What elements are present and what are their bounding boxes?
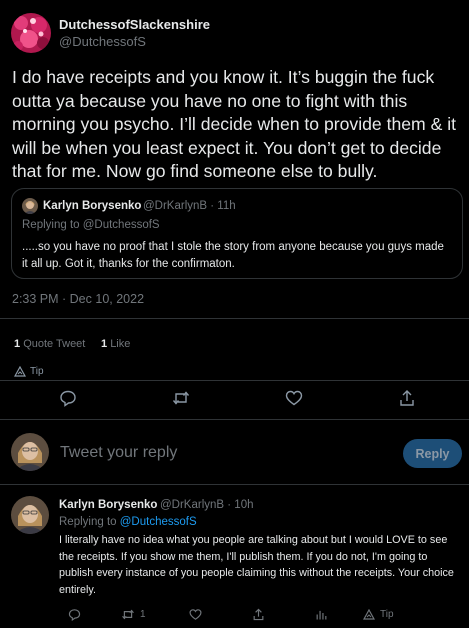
reply-reply-action[interactable] [68,607,81,621]
share-icon[interactable] [398,389,416,407]
tip-icon [14,366,26,377]
quote-tweets-count: 1 [14,338,21,350]
quoted-tweet-text: .....so you have no proof that I stole t… [22,241,444,270]
quoted-author-avatar [22,198,38,214]
quoted-tweet-card[interactable]: Karlyn Borysenko @DrKarlynB · 11h Replyi… [11,188,463,279]
retweet-icon [122,609,134,619]
reply-author-name[interactable]: Karlyn Borysenko [59,499,157,511]
reply-tip-action[interactable]: Tip [363,607,394,621]
author-avatar[interactable] [11,13,51,53]
replying-to-prefix: Replying to [59,516,117,528]
likes-label: Like [110,338,131,350]
divider [0,318,469,319]
reply-replying-to: Replying to @DutchessofS [59,516,197,528]
divider [0,484,469,485]
tweet-text: I do have receipts and you know it. It’s… [12,67,456,181]
quoted-author-name: Karlyn Borysenko [43,200,142,212]
reply-tweet-text: I literally have no idea what you people… [59,534,454,596]
reply-share-action[interactable] [252,607,265,621]
retweet-icon[interactable] [172,389,190,407]
quoted-replying-to: Replying to @DutchessofS [22,219,160,231]
quoted-author-meta: @DrKarlynB · 11h [143,200,236,212]
reply-icon [68,608,81,621]
likes-stat[interactable]: 1 Like [101,338,130,350]
reply-icon[interactable] [59,389,77,407]
author-display-name[interactable]: DutchessofSlackenshire [59,17,210,32]
divider [0,380,469,381]
reply-input[interactable]: Tweet your reply [60,444,177,462]
replying-to-handle-link[interactable]: @DutchessofS [120,516,197,528]
reply-author-meta[interactable]: @DrKarlynB · 10h [160,499,253,511]
analytics-icon [316,610,327,620]
divider [0,419,469,420]
reply-like-action[interactable] [189,607,202,621]
current-user-avatar [11,433,49,471]
like-icon[interactable] [285,389,303,407]
reply-retweet-action[interactable]: 1 [121,607,146,621]
tip-icon [363,608,375,620]
share-icon [253,608,264,620]
tip-label: Tip [30,366,44,377]
like-icon [189,608,202,620]
tip-label: Tip [380,608,394,620]
tip-button[interactable]: Tip [14,366,44,377]
quote-tweets-label: Quote Tweet [23,338,86,350]
reply-button[interactable]: Reply [403,439,462,468]
quote-tweets-stat[interactable]: 1 Quote Tweet [14,338,85,350]
reply-analytics-action[interactable] [315,607,328,621]
likes-count: 1 [101,338,108,350]
reply-author-avatar[interactable] [11,496,49,534]
retweet-count: 1 [140,608,146,620]
tweet-timestamp[interactable]: 2:33 PM · Dec 10, 2022 [12,292,144,306]
author-handle[interactable]: @DutchessofS [59,34,146,49]
